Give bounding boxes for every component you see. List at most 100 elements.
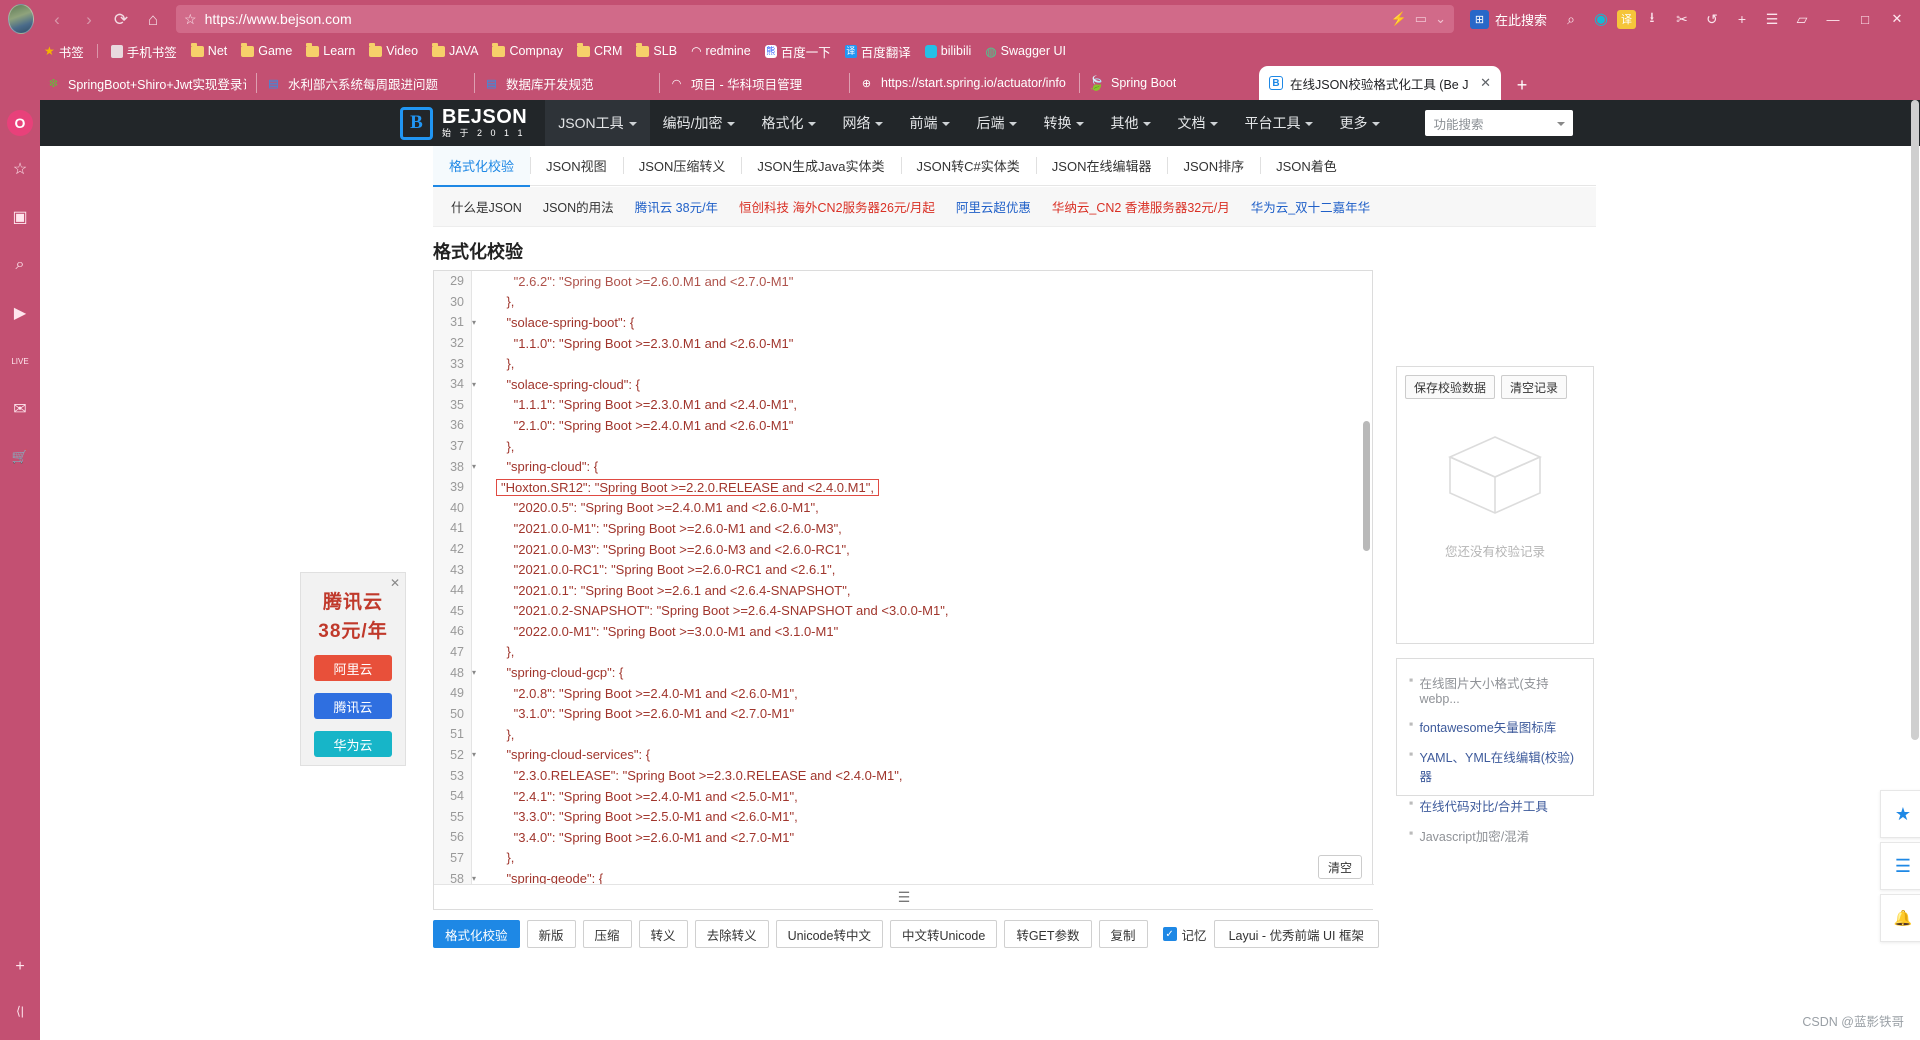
browser-tab[interactable]: ❇ SpringBoot+Shiro+Jwt实现登录认证 xyxy=(36,66,256,100)
tab-json-compress-escape[interactable]: JSON压缩转义 xyxy=(622,146,742,186)
to-get-params-button[interactable]: 转GET参数 xyxy=(1004,920,1092,948)
code-line[interactable]: 41 "2021.0.0-M1": "Spring Boot >=2.6.0-M… xyxy=(434,518,1374,539)
tab-json-to-java[interactable]: JSON生成Java实体类 xyxy=(741,146,900,186)
menu-icon[interactable]: ☰ xyxy=(1758,5,1786,33)
downloads-icon[interactable]: ⭳ xyxy=(1638,5,1666,33)
bookmark-item[interactable]: ★ 书签 xyxy=(38,40,90,63)
fold-toggle-icon[interactable]: ▾ xyxy=(472,750,482,759)
code-line[interactable]: 56 "3.4.0": "Spring Boot >=2.6.0-M1 and … xyxy=(434,827,1374,848)
compress-button[interactable]: 压缩 xyxy=(582,920,632,948)
clear-history-button[interactable]: 清空记录 xyxy=(1501,375,1568,399)
cast-icon[interactable]: ▭ xyxy=(1415,11,1427,27)
fold-toggle-icon[interactable]: ▾ xyxy=(472,462,482,471)
related-link[interactable]: ▪ fontawesome矢量图标库 xyxy=(1409,717,1581,736)
collections-icon[interactable]: ▱ xyxy=(1788,5,1816,33)
favorite-star-icon[interactable]: ★ xyxy=(1880,790,1920,838)
bookmark-item[interactable]: bilibili xyxy=(919,42,978,60)
promo-link-huanayun[interactable]: 华纳云_CN2 香港服务器32元/月 xyxy=(1052,197,1230,216)
bookmark-item[interactable]: ◍ Swagger UI xyxy=(979,42,1072,60)
code-line[interactable]: 48 ▾ "spring-cloud-gcp": { xyxy=(434,662,1374,683)
bookmark-item[interactable]: 熊 百度一下 xyxy=(759,40,837,63)
nav-item-backend[interactable]: 后端 xyxy=(963,100,1030,146)
bookmark-item[interactable]: Learn xyxy=(300,42,361,60)
promo-link-what-is-json[interactable]: 什么是JSON xyxy=(451,197,522,216)
address-bar[interactable]: ☆ https://www.bejson.com ⚡ ▭ ⌄ xyxy=(176,5,1454,33)
menu-lines-icon[interactable]: ☰ xyxy=(1880,842,1920,890)
related-link[interactable]: ▪ 在线代码对比/合并工具 xyxy=(1409,796,1581,815)
nav-item-platform-tools[interactable]: 平台工具 xyxy=(1231,100,1326,146)
code-line[interactable]: 43 "2021.0.0-RC1": "Spring Boot >=2.6.0-… xyxy=(434,559,1374,580)
reload-button[interactable]: ⟳ xyxy=(106,4,136,34)
bookmarks-star-icon[interactable]: ☆ xyxy=(5,154,35,184)
tab-close-icon[interactable]: ✕ xyxy=(1480,75,1491,91)
notification-bell-icon[interactable]: 🔔 xyxy=(1880,894,1920,942)
chevron-down-icon[interactable]: ⌄ xyxy=(1435,11,1446,27)
sidebar-panel-icon[interactable]: ▣ xyxy=(5,202,35,232)
bookmark-item[interactable]: 译 百度翻译 xyxy=(839,40,917,63)
related-link[interactable]: ▪ Javascript加密/混淆 xyxy=(1409,826,1581,845)
minimize-button[interactable]: — xyxy=(1818,4,1848,34)
tab-json-sort[interactable]: JSON排序 xyxy=(1167,146,1260,186)
browser-tab[interactable]: ▤ 数据库开发规范 xyxy=(474,66,659,100)
code-line[interactable]: 33 }, xyxy=(434,353,1374,374)
bookmark-item[interactable]: CRM xyxy=(571,42,628,60)
code-line[interactable]: 32 "1.1.0": "Spring Boot >=2.3.0.M1 and … xyxy=(434,333,1374,354)
ad-button-huawei[interactable]: 华为云 xyxy=(314,731,392,757)
tab-json-colorize[interactable]: JSON着色 xyxy=(1260,146,1353,186)
add-icon[interactable]: + xyxy=(1728,5,1756,33)
code-line[interactable]: 44 "2021.0.1": "Spring Boot >=2.6.1 and … xyxy=(434,580,1374,601)
code-line[interactable]: 50 "3.1.0": "Spring Boot >=2.6.0-M1 and … xyxy=(434,703,1374,724)
format-validate-button[interactable]: 格式化校验 xyxy=(433,920,520,948)
ad-button-aliyun[interactable]: 阿里云 xyxy=(314,655,392,681)
page-scrollbar[interactable] xyxy=(1911,100,1919,740)
promo-link-tencent-cloud[interactable]: 腾讯云 38元/年 xyxy=(635,197,718,216)
browser-tab-active[interactable]: B 在线JSON校验格式化工具 (Be JSO ✕ xyxy=(1259,66,1501,100)
nav-item-docs[interactable]: 文档 xyxy=(1164,100,1231,146)
save-validation-button[interactable]: 保存校验数据 xyxy=(1405,375,1496,399)
bookmark-item[interactable]: Net xyxy=(185,42,233,60)
code-line[interactable]: 37 }, xyxy=(434,436,1374,457)
editor-scrollbar[interactable] xyxy=(1363,421,1370,551)
url-text[interactable]: https://www.bejson.com xyxy=(205,11,1383,27)
unescape-button[interactable]: 去除转义 xyxy=(694,920,769,948)
nav-item-json-tools[interactable]: JSON工具 xyxy=(545,100,650,146)
code-line[interactable]: 52 ▾ "spring-cloud-services": { xyxy=(434,745,1374,766)
site-logo[interactable]: B BEJSON 始 于 2 0 1 1 xyxy=(400,106,527,140)
nav-item-more[interactable]: 更多 xyxy=(1326,100,1393,146)
opera-logo-icon[interactable]: O xyxy=(7,110,33,136)
code-line[interactable]: 54 "2.4.1": "Spring Boot >=2.4.0-M1 and … xyxy=(434,786,1374,807)
bookmark-item[interactable]: 手机书签 xyxy=(105,40,183,63)
messengers-icon[interactable]: ✉ xyxy=(5,394,35,424)
browser-tab[interactable]: 🍃 Spring Boot xyxy=(1079,66,1259,100)
promo-link-hengchuang[interactable]: 恒创科技 海外CN2服务器26元/月起 xyxy=(739,197,935,216)
code-line[interactable]: 57 }, xyxy=(434,848,1374,869)
chinese-to-unicode-button[interactable]: 中文转Unicode xyxy=(889,920,998,948)
code-line[interactable]: 29 "2.6.2": "Spring Boot >=2.6.0.M1 and … xyxy=(434,271,1374,292)
player-icon[interactable]: ▶ xyxy=(5,298,35,328)
bookmark-star-icon[interactable]: ☆ xyxy=(184,11,197,28)
nav-item-network[interactable]: 网络 xyxy=(829,100,896,146)
new-tab-button[interactable]: + xyxy=(1507,70,1537,100)
related-link[interactable]: ▪ YAML、YML在线编辑(校验)器 xyxy=(1409,747,1581,785)
live-icon[interactable]: LIVE xyxy=(5,346,35,376)
shopping-cart-icon[interactable]: 🛒 xyxy=(5,442,35,472)
avatar[interactable] xyxy=(8,4,34,34)
code-line[interactable]: 39 "Hoxton.SR12": "Spring Boot >=2.2.0.RE… xyxy=(434,477,1374,498)
collapse-sidebar-icon[interactable]: ⟨| xyxy=(5,996,35,1026)
code-line[interactable]: 40 "2020.0.5": "Spring Boot >=2.4.0.M1 a… xyxy=(434,498,1374,519)
history-back-icon[interactable]: ↺ xyxy=(1698,5,1726,33)
tab-format-validate[interactable]: 格式化校验 xyxy=(433,145,531,187)
windows-search-chip[interactable]: ⊞ 在此搜索 xyxy=(1462,6,1555,32)
nav-item-other[interactable]: 其他 xyxy=(1097,100,1164,146)
fold-toggle-icon[interactable]: ▾ xyxy=(472,380,482,389)
add-sidebar-icon[interactable]: + xyxy=(5,952,35,982)
bookmark-item[interactable]: JAVA xyxy=(426,42,484,60)
editor-resize-handle[interactable]: ☰ xyxy=(434,884,1374,909)
bookmark-item[interactable]: ◠ redmine xyxy=(685,42,757,60)
code-line[interactable]: 53 "2.3.0.RELEASE": "Spring Boot >=2.3.0… xyxy=(434,765,1374,786)
bookmark-item[interactable]: Game xyxy=(235,42,298,60)
code-line[interactable]: 45 "2021.0.2-SNAPSHOT": "Spring Boot >=2… xyxy=(434,601,1374,622)
code-line[interactable]: 58 ▾ "spring-geode": { xyxy=(434,868,1374,885)
unicode-to-chinese-button[interactable]: Unicode转中文 xyxy=(775,920,883,948)
code-line[interactable]: 34 ▾ "solace-spring-cloud": { xyxy=(434,374,1374,395)
